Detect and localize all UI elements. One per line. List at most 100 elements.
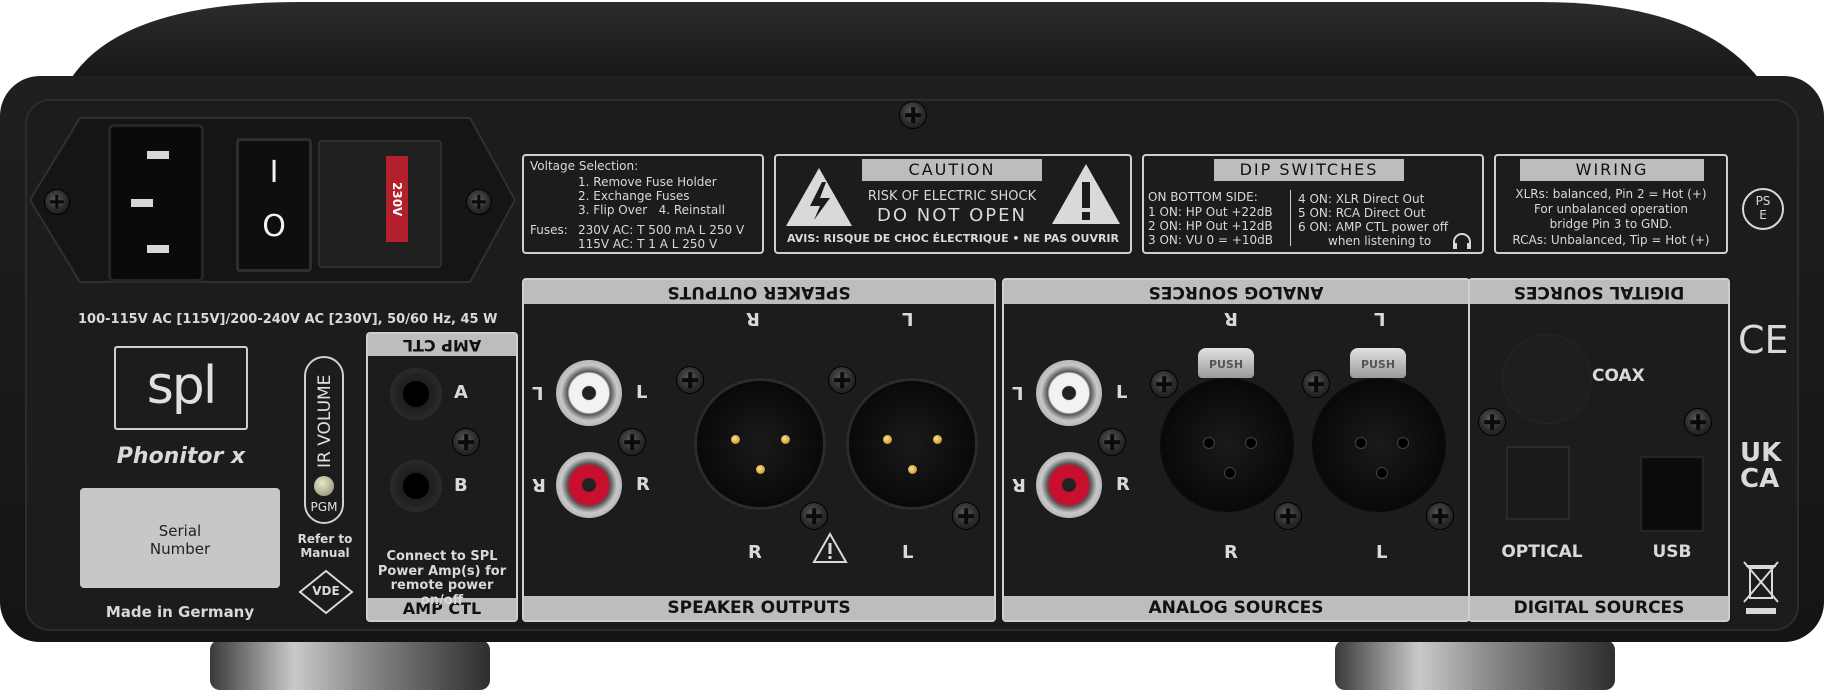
wiring-title: WIRING — [1520, 159, 1704, 181]
usb-port[interactable] — [1640, 456, 1704, 532]
ce-mark: CE — [1738, 318, 1789, 362]
amp-ctl-screw — [452, 428, 480, 456]
wiring-line-3: RCAs: Unbalanced, Tip = Hot (+) — [1512, 233, 1710, 247]
inlet-screw-right — [466, 189, 492, 215]
vde-text: VDE — [312, 584, 340, 598]
electric-shock-warning-icon — [786, 168, 852, 226]
foot-left — [210, 640, 490, 690]
analog-rca-r-left: R — [1012, 474, 1026, 495]
dip-left-0: ON BOTTOM SIDE: — [1148, 190, 1258, 204]
speaker-rca-l-right: L — [636, 382, 648, 403]
speaker-rca-r-right: R — [636, 474, 650, 495]
coax-label: COAX — [1592, 366, 1645, 386]
analog-bottom-l: L — [1376, 542, 1388, 563]
caution-line-1: RISK OF ELECTRIC SHOCK — [867, 189, 1037, 204]
voltage-step-1: 1. Remove Fuse Holder — [578, 175, 717, 189]
speaker-rca-r-left: R — [532, 474, 546, 495]
push-label-r: PUSH — [1208, 358, 1244, 371]
analog-xlr-r-screw-top — [1150, 370, 1178, 398]
dip-title: DIP SWITCHES — [1214, 159, 1404, 181]
amp-ctl-note-0: Connect to SPL — [386, 549, 498, 564]
dip-right-0: 4 ON: XLR Direct Out — [1298, 192, 1425, 206]
dip-left-1: 1 ON: HP Out +22dB — [1148, 205, 1273, 219]
amp-ctl-jack-a[interactable] — [390, 368, 442, 420]
fuse-voltage-badge: 230V — [386, 156, 408, 242]
digital-sources-title-bottom: DIGITAL SOURCES — [1470, 596, 1728, 620]
analog-push-tab-l[interactable]: PUSH — [1350, 348, 1406, 378]
switch-on-mark: I — [269, 155, 279, 190]
speaker-rca-l-left: L — [532, 382, 544, 403]
analog-push-tab-r[interactable]: PUSH — [1198, 348, 1254, 378]
speaker-rca-l[interactable] — [556, 360, 622, 426]
speaker-xlr-r[interactable] — [694, 378, 826, 510]
wiring-line-2: bridge Pin 3 to GND. — [1549, 217, 1673, 231]
speaker-xlr-l-screw-top — [828, 366, 856, 394]
serial-label-2: Number — [149, 540, 211, 558]
speaker-top-r: R — [746, 308, 760, 329]
amp-ctl-note-2: remote power on/off — [390, 578, 494, 608]
power-spec-label: 100-115V AC [115V]/200-240V AC [230V], 5… — [78, 312, 498, 327]
ir-volume-label: IR VOLUME — [315, 374, 335, 468]
ir-volume-pill: IR VOLUME PGM — [304, 356, 344, 524]
fuse-115-spec: 115V AC: T 1 A L 250 V — [578, 237, 718, 251]
analog-sources-title-top: ANALOG SOURCES — [1004, 280, 1468, 304]
amp-ctl-a-label: A — [454, 382, 468, 403]
analog-rca-l[interactable] — [1036, 360, 1102, 426]
coax-port[interactable] — [1502, 334, 1592, 424]
amp-ctl-title-top: AMP CTL — [368, 334, 516, 356]
analog-bottom-r: R — [1224, 542, 1238, 563]
amp-ctl-b-label: B — [454, 475, 468, 496]
speaker-rca-screw — [618, 428, 646, 456]
pgm-label: PGM — [310, 500, 338, 514]
dip-right-3: when listening to — [1328, 234, 1432, 248]
speaker-xlr-l[interactable] — [846, 378, 978, 510]
pse-mark: PS E — [1742, 188, 1784, 230]
power-switch[interactable]: I O — [236, 138, 312, 272]
switch-off-mark: O — [262, 209, 286, 244]
amp-ctl-note-1: Power Amp(s) for — [377, 564, 507, 579]
voltage-step-3: 3. Flip Over 4. Reinstall — [578, 203, 725, 217]
voltage-title: Voltage Selection: — [530, 159, 639, 173]
amp-ctl-jack-b[interactable] — [390, 460, 442, 512]
caution-line-3: AVIS: RISQUE DE CHOC ÉLECTRIQUE • NE PAS… — [786, 232, 1119, 245]
fuse-holder[interactable]: 230V — [318, 140, 442, 268]
analog-rca-r[interactable] — [1036, 452, 1102, 518]
analog-sources-title-bottom: ANALOG SOURCES — [1004, 596, 1468, 620]
caution-line-2: DO NOT OPEN — [877, 205, 1027, 226]
speaker-rca-r[interactable] — [556, 452, 622, 518]
foot-right — [1335, 640, 1615, 690]
pse-top: PS — [1755, 194, 1771, 208]
pgm-button[interactable] — [314, 476, 334, 496]
serial-label-1: Serial — [158, 522, 202, 540]
wiring-line-1: For unbalanced operation — [1533, 202, 1689, 216]
push-label-l: PUSH — [1360, 358, 1396, 371]
analog-top-l: L — [1374, 308, 1386, 329]
analog-rca-r-right: R — [1116, 474, 1130, 495]
usb-label: USB — [1652, 542, 1692, 562]
digital-sources-title-top: DIGITAL SOURCES — [1470, 280, 1728, 304]
analog-xlr-l[interactable] — [1312, 378, 1446, 512]
ukca-mark-bottom: CA — [1740, 464, 1780, 494]
fuse-230-spec: 230V AC: T 500 mA L 250 V — [578, 223, 745, 237]
speaker-xlr-r-screw-top — [676, 366, 704, 394]
dip-left-3: 3 ON: VU 0 = +10dB — [1148, 233, 1274, 247]
analog-rca-screw — [1098, 428, 1126, 456]
speaker-outputs-title-top: SPEAKER OUTPUTS — [524, 280, 994, 304]
refer-label-2: Manual — [300, 546, 350, 560]
pse-bottom: E — [1759, 208, 1767, 222]
model-name: Phonitor x — [116, 444, 246, 469]
digital-screw-right — [1684, 408, 1712, 436]
speaker-bottom-l: L — [902, 542, 914, 563]
fuses-label: Fuses: — [530, 223, 568, 237]
digital-screw-left — [1478, 408, 1506, 436]
optical-port[interactable] — [1506, 446, 1570, 520]
iec-power-inlet[interactable] — [108, 124, 204, 282]
headphones-icon — [1453, 233, 1471, 249]
made-in-label: Made in Germany — [105, 603, 255, 621]
analog-xlr-r[interactable] — [1160, 378, 1294, 512]
speaker-top-l: L — [902, 308, 914, 329]
wiring-line-0: XLRs: balanced, Pin 2 = Hot (+) — [1515, 187, 1707, 201]
spl-logo: spl — [114, 346, 248, 430]
caution-title: CAUTION — [862, 159, 1042, 181]
speaker-bottom-r: R — [748, 542, 762, 563]
